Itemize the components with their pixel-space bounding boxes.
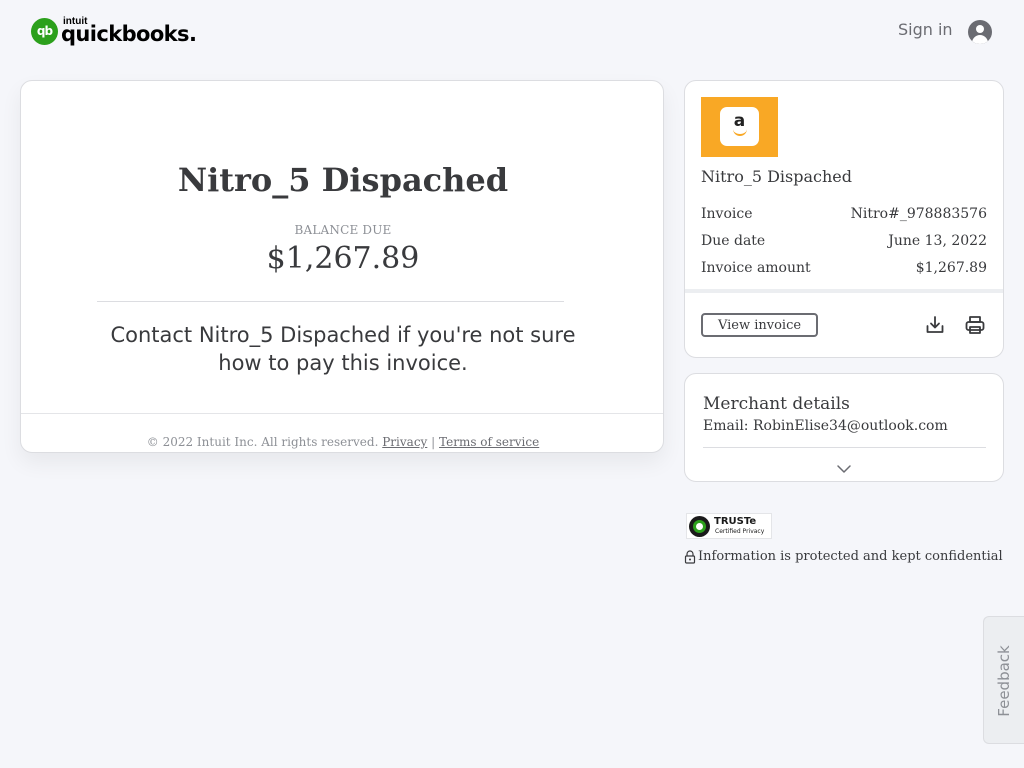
invoice-amount-row: Invoice amount $1,267.89 bbox=[701, 260, 987, 276]
print-icon[interactable] bbox=[965, 315, 985, 335]
merchant-details-title: Merchant details bbox=[703, 394, 850, 414]
section-divider bbox=[685, 289, 1003, 293]
contact-message: Contact Nitro_5 Dispached if you're not … bbox=[110, 323, 576, 375]
header: qb intuit quickbooks. Sign in bbox=[0, 0, 1024, 64]
due-date-row: Due date June 13, 2022 bbox=[701, 233, 987, 249]
footer-divider bbox=[21, 413, 663, 414]
merchant-email: Email: RobinElise34@outlook.com bbox=[703, 418, 948, 434]
privacy-notice-text: Information is protected and kept confid… bbox=[698, 549, 1003, 564]
truste-logo-icon bbox=[689, 516, 710, 537]
view-invoice-button[interactable]: View invoice bbox=[701, 313, 818, 337]
truste-logo-inner bbox=[693, 520, 706, 533]
invoice-number-row: Invoice Nitro#_978883576 bbox=[701, 206, 987, 222]
balance-due-amount: $1,267.89 bbox=[266, 241, 420, 276]
feedback-tab[interactable]: Feedback bbox=[983, 616, 1024, 744]
invoice-main-card: Nitro_5 Dispached BALANCE DUE $1,267.89 … bbox=[20, 80, 664, 453]
quickbooks-logo[interactable]: qb intuit quickbooks. bbox=[31, 16, 197, 47]
terms-link[interactable]: Terms of service bbox=[439, 435, 539, 449]
row-value: $1,267.89 bbox=[915, 260, 987, 276]
privacy-link[interactable]: Privacy bbox=[382, 435, 427, 449]
privacy-notice: Information is protected and kept confid… bbox=[684, 549, 1003, 564]
quickbooks-wordmark: intuit quickbooks. bbox=[61, 16, 197, 47]
sign-in-link[interactable]: Sign in bbox=[898, 20, 953, 39]
page-title: Nitro_5 Dispached bbox=[177, 161, 509, 199]
merchant-logo-smile bbox=[733, 129, 747, 136]
chevron-down-icon[interactable] bbox=[836, 460, 852, 473]
merchant-logo: a bbox=[701, 97, 778, 157]
footer-separator: | bbox=[431, 435, 436, 449]
feedback-label: Feedback bbox=[995, 645, 1013, 717]
row-value: Nitro#_978883576 bbox=[850, 206, 987, 222]
quickbooks-logo-icon: qb bbox=[31, 17, 58, 45]
avatar-body bbox=[972, 35, 988, 44]
copyright-text: © 2022 Intuit Inc. All rights reserved. bbox=[146, 435, 379, 449]
divider bbox=[97, 301, 564, 302]
row-label: Due date bbox=[701, 233, 766, 249]
email-value: RobinElise34@outlook.com bbox=[752, 418, 948, 434]
truste-badge[interactable]: TRUSTe Certified Privacy bbox=[686, 513, 772, 539]
merchant-details-card: Merchant details Email: RobinElise34@out… bbox=[684, 373, 1004, 482]
divider bbox=[703, 447, 986, 448]
logo-brand-text: quickbooks. bbox=[61, 22, 197, 46]
invoice-summary-card: a Nitro_5 Dispached Invoice Nitro#_97888… bbox=[684, 80, 1004, 358]
lock-icon bbox=[684, 549, 696, 564]
row-value: June 13, 2022 bbox=[888, 233, 987, 249]
merchant-logo-icon: a bbox=[720, 107, 759, 146]
footer: © 2022 Intuit Inc. All rights reserved. … bbox=[21, 435, 663, 449]
download-icon[interactable] bbox=[925, 315, 945, 335]
truste-badge-subtitle: Certified Privacy bbox=[715, 528, 765, 535]
balance-due-label: BALANCE DUE bbox=[294, 223, 392, 237]
avatar-head bbox=[976, 25, 984, 33]
merchant-name: Nitro_5 Dispached bbox=[701, 167, 853, 186]
email-label: Email: bbox=[703, 418, 749, 434]
row-label: Invoice bbox=[701, 206, 753, 222]
row-label: Invoice amount bbox=[701, 260, 811, 276]
merchant-logo-letter: a bbox=[733, 111, 746, 131]
user-avatar-icon[interactable] bbox=[968, 20, 992, 44]
truste-badge-name: TRUSTe bbox=[714, 516, 757, 527]
